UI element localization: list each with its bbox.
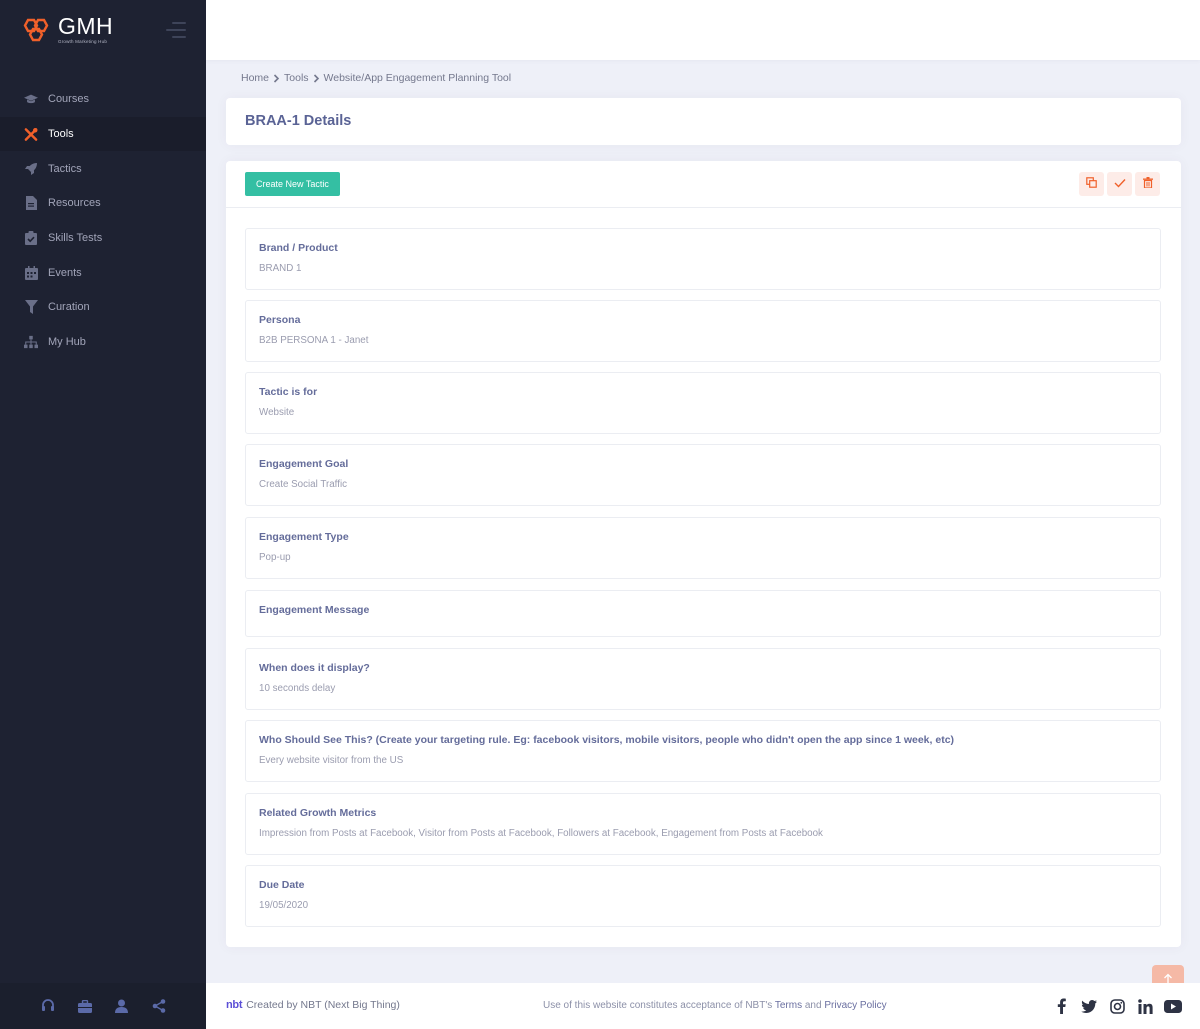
field-label: Engagement Message bbox=[259, 604, 370, 616]
field-label: Tactic is for bbox=[259, 386, 318, 398]
user-icon[interactable] bbox=[114, 999, 129, 1014]
sidebar-item-tools[interactable]: Tools bbox=[0, 116, 206, 152]
social-links bbox=[1052, 997, 1182, 1015]
breadcrumb: Home Tools Website/App Engagement Planni… bbox=[241, 72, 511, 84]
field-label: When does it display? bbox=[259, 662, 370, 674]
field-value: Create Social Traffic bbox=[259, 479, 348, 490]
sidebar-item-label: My Hub bbox=[48, 336, 86, 349]
field-value: 19/05/2020 bbox=[259, 900, 309, 911]
headset-icon[interactable] bbox=[40, 999, 55, 1014]
field-value: Website bbox=[259, 407, 295, 418]
sitemap-icon bbox=[24, 335, 38, 349]
create-new-tactic-button[interactable]: Create New Tactic bbox=[245, 172, 340, 196]
check-icon bbox=[1114, 175, 1126, 193]
chevron-right-icon bbox=[273, 73, 280, 83]
copy-icon bbox=[1086, 175, 1097, 193]
page-title: BRAA-1 Details bbox=[245, 113, 352, 129]
sidebar-item-label: Courses bbox=[48, 93, 89, 106]
footer-and: and bbox=[804, 1000, 822, 1011]
field-engagement-message: Engagement Message bbox=[245, 590, 1161, 637]
twitter-icon[interactable] bbox=[1080, 997, 1098, 1015]
field-persona: Persona B2B PERSONA 1 - Janet bbox=[245, 300, 1161, 362]
linkedin-icon[interactable] bbox=[1136, 997, 1154, 1015]
document-icon bbox=[24, 196, 38, 211]
youtube-icon[interactable] bbox=[1164, 997, 1182, 1015]
sidebar-item-label: Events bbox=[48, 266, 82, 279]
sidebar-item-events[interactable]: Events bbox=[0, 255, 206, 290]
title-card: BRAA-1 Details bbox=[226, 98, 1181, 145]
sidebar-item-courses[interactable]: Courses bbox=[0, 82, 206, 117]
copy-button[interactable] bbox=[1079, 172, 1104, 196]
sidebar-footer bbox=[0, 983, 206, 1029]
field-value: B2B PERSONA 1 - Janet bbox=[259, 335, 369, 346]
field-value: Every website visitor from the US bbox=[259, 755, 404, 766]
field-value: 10 seconds delay bbox=[259, 683, 336, 694]
sidebar-item-label: Tactics bbox=[48, 162, 82, 175]
top-header bbox=[206, 0, 1200, 60]
clipboard-check-icon bbox=[24, 231, 38, 246]
page-footer: nbt Created by NBT (Next Big Thing) Use … bbox=[206, 983, 1200, 1029]
menu-toggle-icon[interactable] bbox=[166, 22, 186, 38]
briefcase-icon[interactable] bbox=[77, 999, 92, 1014]
footer-created-by: Created by bbox=[246, 999, 298, 1011]
field-display-timing: When does it display? 10 seconds delay bbox=[245, 648, 1161, 710]
facebook-icon[interactable] bbox=[1052, 997, 1070, 1015]
instagram-icon[interactable] bbox=[1108, 997, 1126, 1015]
tactic-details-card: Create New Tactic Brand / Product BRAND … bbox=[226, 161, 1181, 947]
sidebar-item-curation[interactable]: Curation bbox=[0, 290, 206, 325]
footer-notice: Use of this website constitutes acceptan… bbox=[543, 1000, 887, 1011]
brand-name: GMH bbox=[58, 13, 114, 40]
breadcrumb-tools[interactable]: Tools bbox=[284, 72, 309, 84]
field-tactic-is-for: Tactic is for Website bbox=[245, 372, 1161, 434]
field-value: Impression from Posts at Facebook, Visit… bbox=[259, 828, 823, 839]
sidebar-item-label: Skills Tests bbox=[48, 232, 103, 245]
footer-notice-text: Use of this website constitutes acceptan… bbox=[543, 1000, 773, 1011]
sidebar-nav: Courses Tools Tactics Resources Skills T… bbox=[0, 82, 206, 360]
field-related-growth-metrics: Related Growth Metrics Impression from P… bbox=[245, 793, 1161, 855]
card-toolbar: Create New Tactic bbox=[226, 161, 1181, 208]
sidebar-item-label: Resources bbox=[48, 197, 101, 210]
delete-button[interactable] bbox=[1135, 172, 1160, 196]
field-label: Related Growth Metrics bbox=[259, 807, 377, 819]
card-actions bbox=[1079, 172, 1160, 196]
calendar-icon bbox=[24, 265, 38, 280]
filter-icon bbox=[24, 300, 38, 315]
gmh-logo-icon bbox=[20, 17, 52, 43]
field-label: Engagement Goal bbox=[259, 458, 349, 470]
sidebar: GMH Growth Marketing Hub Courses Tools T… bbox=[0, 0, 206, 1029]
sidebar-item-label: Tools bbox=[48, 128, 74, 141]
field-value: BRAND 1 bbox=[259, 263, 302, 274]
terms-link[interactable]: Terms bbox=[775, 1000, 802, 1011]
tools-icon bbox=[24, 127, 38, 141]
graduation-cap-icon bbox=[24, 92, 38, 106]
field-engagement-type: Engagement Type Pop-up bbox=[245, 517, 1161, 579]
field-value: Pop-up bbox=[259, 552, 291, 563]
sidebar-item-skills-tests[interactable]: Skills Tests bbox=[0, 221, 206, 256]
breadcrumb-home[interactable]: Home bbox=[241, 72, 269, 84]
field-engagement-goal: Engagement Goal Create Social Traffic bbox=[245, 444, 1161, 506]
field-label: Who Should See This? (Create your target… bbox=[259, 734, 955, 746]
nbt-logo[interactable]: nbt bbox=[226, 999, 243, 1011]
field-targeting-rule: Who Should See This? (Create your target… bbox=[245, 720, 1161, 782]
footer-company[interactable]: NBT (Next Big Thing) bbox=[301, 999, 400, 1011]
privacy-policy-link[interactable]: Privacy Policy bbox=[824, 1000, 886, 1011]
brand-subtitle: Growth Marketing Hub bbox=[58, 39, 108, 45]
sidebar-item-resources[interactable]: Resources bbox=[0, 186, 206, 221]
field-label: Engagement Type bbox=[259, 531, 349, 543]
chevron-right-icon bbox=[313, 73, 320, 83]
field-brand-product: Brand / Product BRAND 1 bbox=[245, 228, 1161, 290]
field-due-date: Due Date 19/05/2020 bbox=[245, 865, 1161, 927]
field-label: Due Date bbox=[259, 879, 305, 891]
footer-credit: nbt Created by NBT (Next Big Thing) bbox=[226, 999, 400, 1011]
share-icon[interactable] bbox=[151, 999, 166, 1014]
field-label: Persona bbox=[259, 314, 301, 326]
save-button[interactable] bbox=[1107, 172, 1132, 196]
sidebar-item-my-hub[interactable]: My Hub bbox=[0, 325, 206, 360]
breadcrumb-current[interactable]: Website/App Engagement Planning Tool bbox=[324, 72, 512, 84]
sidebar-item-tactics[interactable]: Tactics bbox=[0, 151, 206, 186]
trash-icon bbox=[1142, 175, 1153, 193]
rocket-icon bbox=[24, 162, 38, 176]
field-label: Brand / Product bbox=[259, 242, 338, 254]
sidebar-item-label: Curation bbox=[48, 301, 90, 314]
